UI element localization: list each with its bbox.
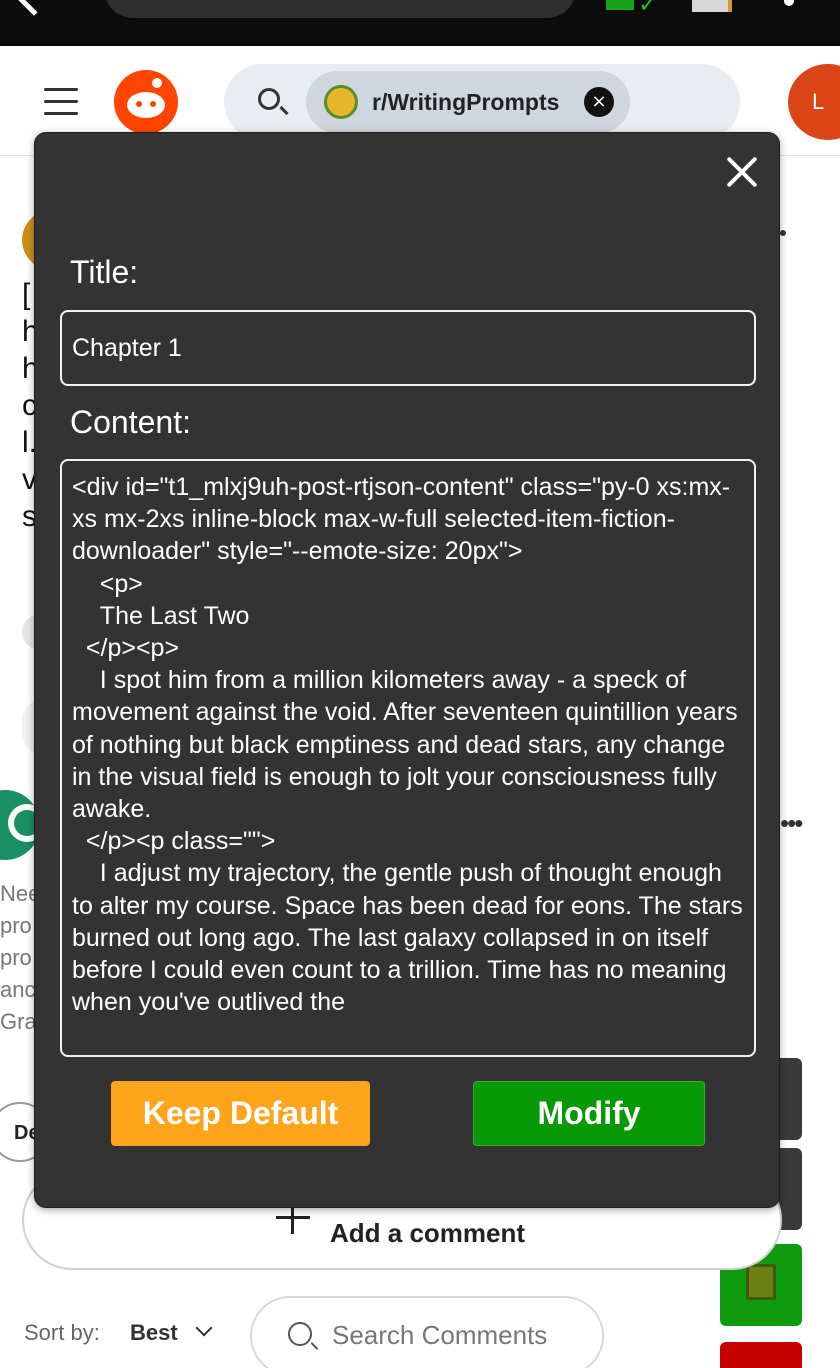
profile-initial: L xyxy=(812,89,825,114)
hamburger-menu-icon[interactable] xyxy=(44,88,78,116)
content-textarea[interactable]: <div id="t1_mlxj9uh-post-rtjson-content"… xyxy=(60,459,756,1057)
extension-check-icon[interactable]: ✓ xyxy=(638,0,658,18)
plus-icon xyxy=(276,1200,310,1234)
content-text[interactable]: <div id="t1_mlxj9uh-post-rtjson-content"… xyxy=(72,471,746,1018)
modify-button[interactable]: Modify xyxy=(473,1081,705,1146)
subreddit-avatar xyxy=(324,85,358,119)
remove-chip-icon[interactable]: × xyxy=(584,87,614,117)
browser-top-bar: ✓ xyxy=(0,0,840,46)
title-field[interactable] xyxy=(60,310,756,386)
reddit-logo-icon[interactable] xyxy=(114,70,178,134)
checkbox-icon xyxy=(746,1264,776,1300)
search-comments-placeholder: Search Comments xyxy=(332,1320,548,1350)
close-icon[interactable] xyxy=(725,155,759,189)
chevron-down-icon[interactable] xyxy=(195,1319,213,1337)
browser-menu-icon[interactable] xyxy=(784,0,794,6)
sort-dropdown[interactable]: Best xyxy=(130,1320,178,1346)
subreddit-filter-chip[interactable]: r/WritingPrompts × xyxy=(306,71,630,133)
downloader-side-button-red[interactable] xyxy=(720,1342,802,1368)
url-bar[interactable] xyxy=(104,0,576,18)
search-comments-input[interactable]: Search Comments xyxy=(250,1296,604,1368)
search-icon xyxy=(288,1322,312,1346)
extension-green-icon[interactable] xyxy=(606,0,634,10)
add-comment-label: Add a comment xyxy=(330,1218,526,1248)
ad-more-icon[interactable]: ••• xyxy=(780,808,803,839)
keep-default-button[interactable]: Keep Default xyxy=(111,1081,370,1146)
profile-avatar[interactable]: L xyxy=(788,64,840,140)
tabs-icon[interactable] xyxy=(692,0,732,12)
back-arrow-icon[interactable] xyxy=(14,0,54,16)
post-options-icon[interactable] xyxy=(780,230,786,236)
edit-chapter-modal: Title: Content: <div id="t1_mlxj9uh-post… xyxy=(34,132,780,1208)
title-label: Title: xyxy=(70,254,139,290)
sort-label: Sort by: xyxy=(24,1320,100,1345)
subreddit-chip-label: r/WritingPrompts xyxy=(372,88,560,115)
search-bar[interactable]: r/WritingPrompts × xyxy=(224,64,740,140)
content-label: Content: xyxy=(70,404,191,440)
search-icon[interactable] xyxy=(258,88,280,110)
